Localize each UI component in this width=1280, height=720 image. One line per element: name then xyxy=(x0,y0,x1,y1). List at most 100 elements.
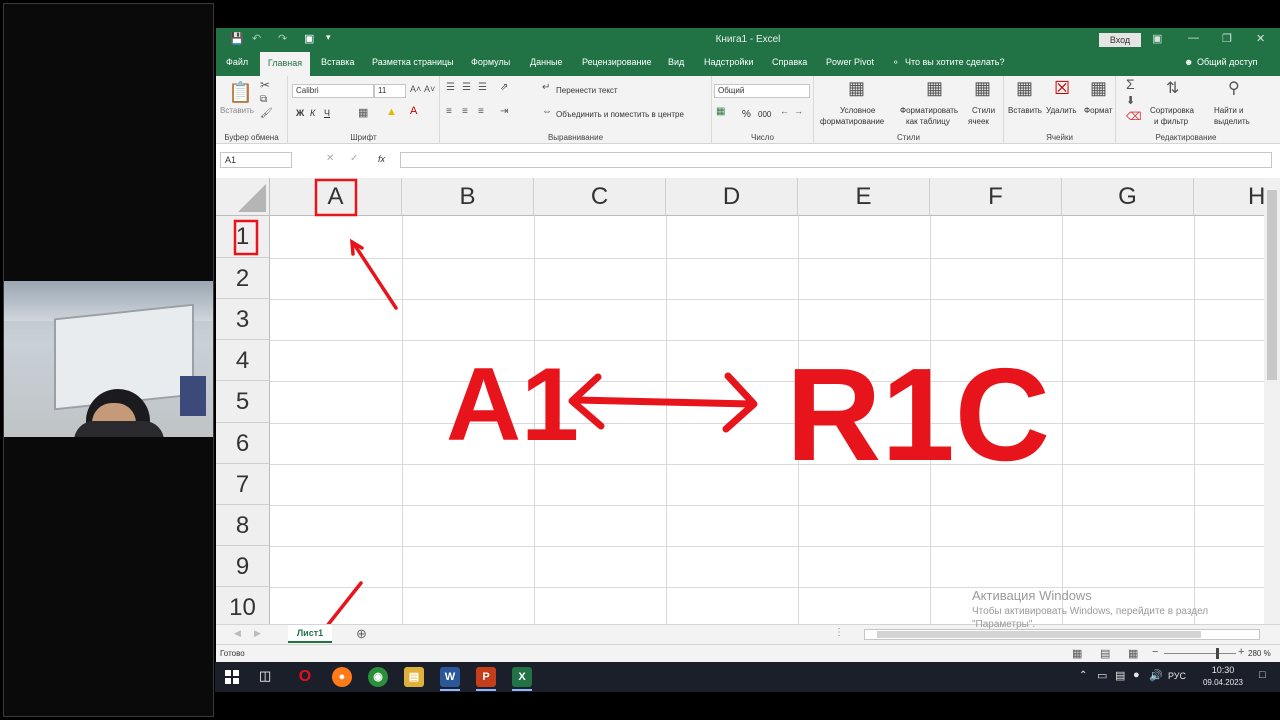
currency-icon[interactable]: ▦ xyxy=(716,106,725,117)
tab-review[interactable]: Рецензирование xyxy=(582,57,652,67)
conditional-format-label[interactable]: Условное xyxy=(840,106,875,115)
volume-icon[interactable]: 🔊 xyxy=(1149,669,1163,682)
align-right-icon[interactable]: ≡ xyxy=(478,106,484,117)
chevron-up-icon[interactable]: ⌃ xyxy=(1079,670,1087,681)
tab-addins[interactable]: Надстройки xyxy=(704,57,753,67)
file-explorer-icon[interactable]: ▤ xyxy=(404,667,424,687)
tab-data[interactable]: Данные xyxy=(530,57,563,67)
font-name-select[interactable]: Calibri xyxy=(292,84,374,98)
network-icon[interactable]: ▤ xyxy=(1115,669,1125,682)
sort-filter-label-2[interactable]: и фильтр xyxy=(1154,117,1188,126)
align-top-icon[interactable]: ☰ xyxy=(446,82,455,93)
copy-icon[interactable]: ⧉ xyxy=(260,94,267,105)
format-cells-label[interactable]: Формат xyxy=(1084,106,1112,115)
cell-styles-icon[interactable]: ▦ xyxy=(974,78,991,99)
vertical-scrollbar-thumb[interactable] xyxy=(1267,190,1277,380)
wrap-text-icon[interactable]: ↵ xyxy=(542,82,550,93)
zoom-slider-track[interactable] xyxy=(1164,653,1236,654)
formula-input[interactable] xyxy=(400,152,1272,168)
fill-icon[interactable]: ⬇ xyxy=(1126,94,1135,107)
close-icon[interactable]: ✕ xyxy=(1256,32,1265,45)
cell-styles-label[interactable]: Стили xyxy=(972,106,995,115)
row-header-5[interactable]: 5 xyxy=(216,381,270,423)
column-header-g[interactable]: G xyxy=(1062,178,1194,216)
row-header-4[interactable]: 4 xyxy=(216,340,270,381)
column-header-h[interactable]: H xyxy=(1194,178,1264,216)
column-header-c[interactable]: C xyxy=(534,178,666,216)
minimize-icon[interactable]: — xyxy=(1188,32,1199,44)
number-format-select[interactable]: Общий xyxy=(714,84,810,98)
zoom-slider-thumb[interactable] xyxy=(1216,648,1219,659)
row-header-10[interactable]: 10 xyxy=(216,587,270,624)
tab-home[interactable]: Главная xyxy=(260,52,310,76)
sort-filter-label[interactable]: Сортировка xyxy=(1150,106,1194,115)
tab-view[interactable]: Вид xyxy=(668,57,684,67)
conditional-format-icon[interactable]: ▦ xyxy=(848,78,865,99)
powerpoint-icon[interactable]: P xyxy=(476,667,496,687)
notifications-icon[interactable]: □ xyxy=(1259,669,1266,681)
firefox-icon[interactable]: ● xyxy=(332,667,352,687)
clock-date[interactable]: 09.04.2023 xyxy=(1201,678,1245,687)
paste-icon[interactable]: 📋 xyxy=(228,80,253,105)
find-select-label-2[interactable]: выделить xyxy=(1214,117,1250,126)
tab-insert[interactable]: Вставка xyxy=(321,57,354,67)
row-header-7[interactable]: 7 xyxy=(216,464,270,505)
word-icon[interactable]: W xyxy=(440,667,460,687)
opera-icon[interactable]: O xyxy=(295,667,315,687)
share-button[interactable]: Общий доступ xyxy=(1197,57,1257,67)
insert-function-button[interactable]: fx xyxy=(378,154,385,164)
row-header-1[interactable]: 1 xyxy=(216,216,270,258)
language-indicator[interactable]: РУС xyxy=(1168,671,1186,681)
zoom-out-icon[interactable]: − xyxy=(1152,646,1158,658)
sheet-scroll-right-icon[interactable]: ▶ xyxy=(254,628,261,639)
font-size-select[interactable]: 11 xyxy=(374,84,406,98)
row-header-6[interactable]: 6 xyxy=(216,423,270,464)
clock-time[interactable]: 10:30 xyxy=(1201,665,1245,675)
row-header-3[interactable]: 3 xyxy=(216,299,270,340)
shrink-font-icon[interactable]: A˅ xyxy=(424,84,435,94)
signin-button[interactable]: Вход xyxy=(1099,33,1141,47)
format-painter-icon[interactable]: 🖌 xyxy=(260,108,273,119)
orientation-icon[interactable]: ⇗ xyxy=(500,82,508,93)
maximize-icon[interactable]: ❐ xyxy=(1222,32,1232,45)
add-sheet-icon[interactable]: ⊕ xyxy=(356,626,367,642)
row-header-8[interactable]: 8 xyxy=(216,505,270,546)
format-cells-icon[interactable]: ▦ xyxy=(1090,78,1107,99)
horizontal-scrollbar[interactable] xyxy=(864,629,1260,640)
decrease-decimal-icon[interactable]: → xyxy=(794,106,803,116)
align-middle-icon[interactable]: ☰ xyxy=(462,82,471,93)
spreadsheet-grid[interactable]: A B C D E F G H 1 2 3 4 5 6 7 8 9 10 xyxy=(216,178,1264,624)
align-left-icon[interactable]: ≡ xyxy=(446,106,452,117)
grow-font-icon[interactable]: A˄ xyxy=(410,84,421,94)
row-header-2[interactable]: 2 xyxy=(216,258,270,299)
chrome-icon[interactable]: ◉ xyxy=(368,667,388,687)
insert-cells-icon[interactable]: ▦ xyxy=(1016,78,1033,99)
merge-icon[interactable]: ⇔ xyxy=(542,106,552,117)
increase-decimal-icon[interactable]: ← xyxy=(780,106,789,116)
find-select-icon[interactable]: ⚲ xyxy=(1228,78,1240,98)
enter-icon[interactable]: ✓ xyxy=(350,153,358,164)
autosum-icon[interactable]: Σ xyxy=(1126,76,1135,92)
row-header-9[interactable]: 9 xyxy=(216,546,270,587)
microphone-icon[interactable]: ● xyxy=(1133,669,1140,681)
tab-formulas[interactable]: Формулы xyxy=(471,57,510,67)
zoom-in-icon[interactable]: + xyxy=(1238,646,1244,658)
column-header-d[interactable]: D xyxy=(666,178,798,216)
page-layout-view-icon[interactable]: ▤ xyxy=(1100,647,1110,660)
windows-start-icon[interactable] xyxy=(225,670,239,684)
column-header-e[interactable]: E xyxy=(798,178,930,216)
cut-icon[interactable]: ✂ xyxy=(260,78,270,92)
tab-file[interactable]: Файл xyxy=(226,57,248,67)
vertical-scrollbar[interactable] xyxy=(1264,178,1280,624)
indent-icon[interactable]: ⇥ xyxy=(500,106,508,117)
format-as-table-icon[interactable]: ▦ xyxy=(926,78,943,99)
column-header-a[interactable]: A xyxy=(270,178,402,216)
delete-cells-label[interactable]: Удалить xyxy=(1046,106,1077,115)
format-as-table-label-2[interactable]: как таблицу xyxy=(906,117,950,126)
align-center-icon[interactable]: ≡ xyxy=(462,106,468,117)
sort-filter-icon[interactable]: ⇅ xyxy=(1166,78,1179,98)
cancel-icon[interactable]: ✕ xyxy=(326,153,334,164)
format-as-table-label[interactable]: Форматировать xyxy=(900,106,958,115)
delete-cells-icon[interactable]: ☒ xyxy=(1054,78,1070,99)
cell-styles-label-2[interactable]: ячеек xyxy=(968,117,989,126)
